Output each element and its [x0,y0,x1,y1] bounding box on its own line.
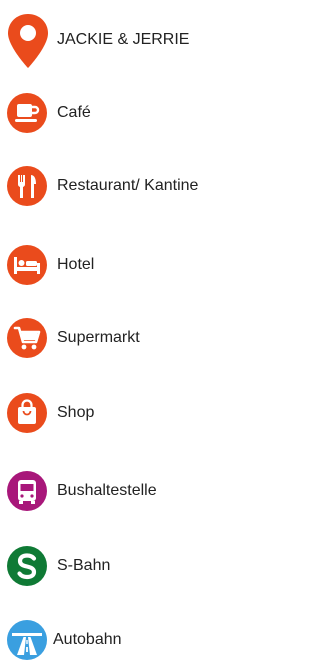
legend-label: Supermarkt [57,329,140,346]
legend-label: JACKIE & JERRIE [57,31,190,48]
legend-label: Bushaltestelle [57,482,157,499]
s-bahn-icon [7,546,47,586]
coffee-cup-icon [7,93,47,133]
legend-item-autobahn: Autobahn [0,615,248,665]
legend-label: Hotel [57,256,95,273]
legend-item-hotel: Hotel [0,240,248,290]
legend-item-bushaltestelle: Bushaltestelle [0,466,248,516]
shopping-bag-icon [7,393,47,433]
fork-knife-icon [7,166,47,206]
legend-item-supermarkt: Supermarkt [0,313,248,363]
legend-label: Shop [57,404,95,421]
shopping-cart-icon [7,318,47,358]
legend-label: Restaurant/ Kantine [57,177,199,194]
autobahn-icon [7,620,47,660]
map-legend: JACKIE & JERRIE Café Restaurant/ Kantine [0,0,248,667]
legend-item-cafe: Café [0,88,248,138]
legend-label: Autobahn [53,631,122,648]
legend-label: S-Bahn [57,557,111,574]
location-pin-icon [6,12,50,70]
legend-item-restaurant: Restaurant/ Kantine [0,161,248,211]
bed-icon [7,245,47,285]
legend-item-shop: Shop [0,388,248,438]
legend-item-s-bahn: S-Bahn [0,541,248,591]
legend-item-jackie-jerrie: JACKIE & JERRIE [0,12,248,68]
bus-icon [7,471,47,511]
legend-label: Café [57,104,91,121]
